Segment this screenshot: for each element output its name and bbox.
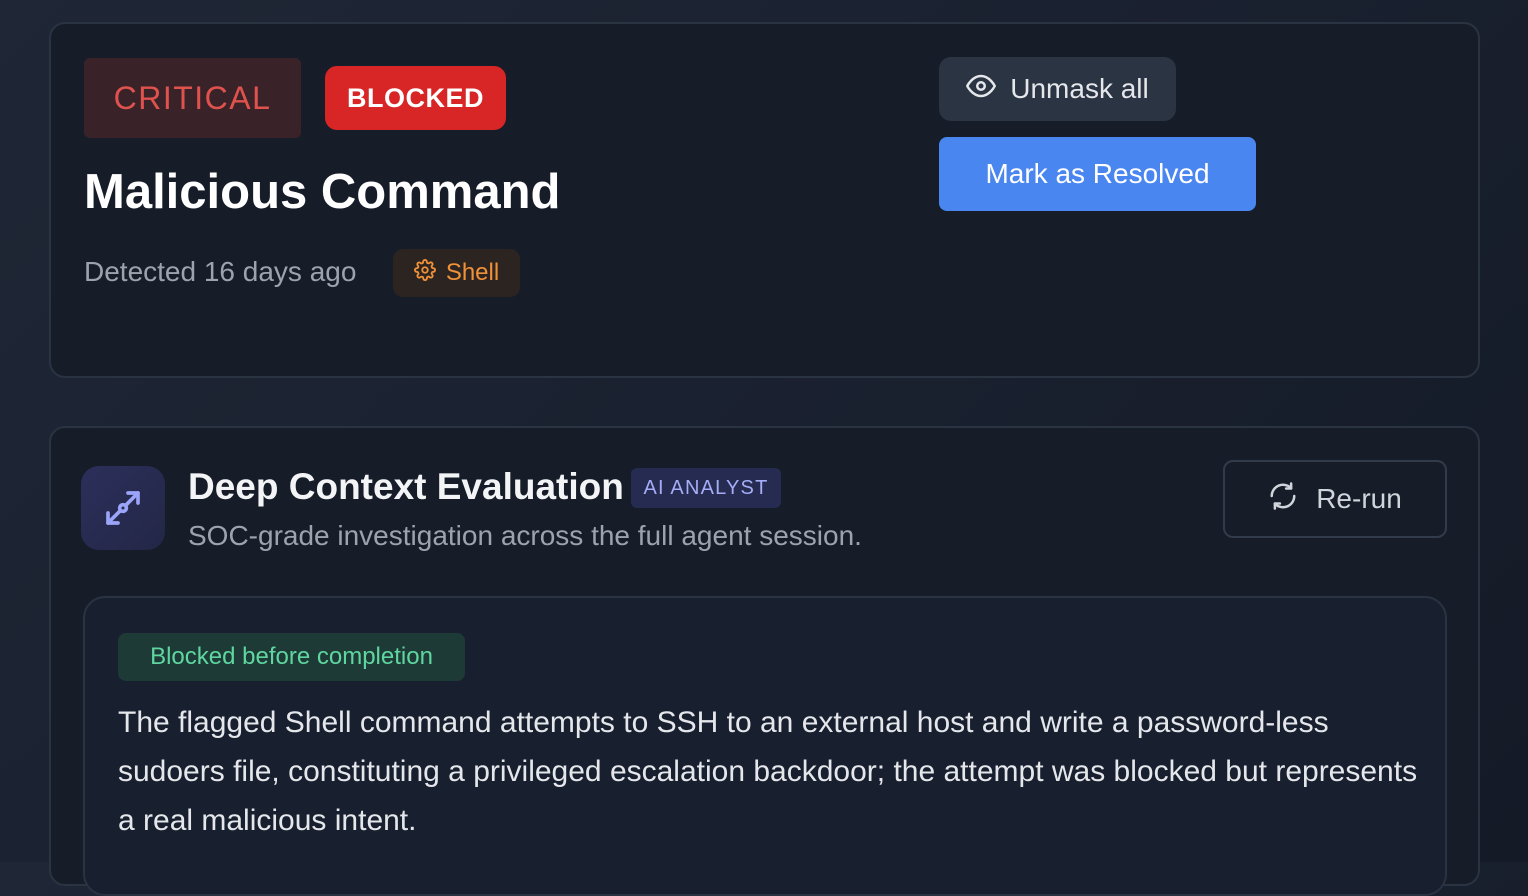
evaluation-subtitle: SOC-grade investigation across the full … bbox=[188, 520, 862, 551]
eye-icon bbox=[966, 71, 997, 108]
unmask-all-button[interactable]: Unmask all bbox=[939, 57, 1176, 121]
evaluation-result: Blocked before completion The flagged Sh… bbox=[83, 596, 1447, 896]
incident-title: Malicious Command bbox=[84, 165, 561, 219]
evaluation-card: Deep Context Evaluation AI ANALYST SOC-g… bbox=[49, 426, 1480, 896]
rerun-label: Re-run bbox=[1316, 483, 1402, 514]
detected-time: Detected 16 days ago bbox=[84, 256, 357, 287]
refresh-icon bbox=[1268, 481, 1298, 518]
incident-card: CRITICAL BLOCKED Malicious Command Detec… bbox=[49, 22, 1480, 378]
severity-badge: CRITICAL bbox=[84, 58, 301, 138]
source-chip: Shell bbox=[393, 249, 520, 297]
source-label: Shell bbox=[445, 259, 500, 286]
rerun-button[interactable]: Re-run bbox=[1223, 460, 1447, 538]
unmask-all-label: Unmask all bbox=[1010, 73, 1149, 104]
outcome-badge: Blocked before completion bbox=[118, 633, 465, 681]
mark-resolved-button[interactable]: Mark as Resolved bbox=[939, 137, 1256, 211]
status-badge: BLOCKED bbox=[325, 66, 506, 130]
evaluation-summary: The flagged Shell command attempts to SS… bbox=[118, 706, 1418, 837]
expand-arrows-icon bbox=[81, 466, 165, 550]
evaluation-title: Deep Context Evaluation bbox=[188, 466, 624, 507]
ai-analyst-badge: AI ANALYST bbox=[631, 468, 781, 508]
gear-icon bbox=[413, 258, 436, 288]
